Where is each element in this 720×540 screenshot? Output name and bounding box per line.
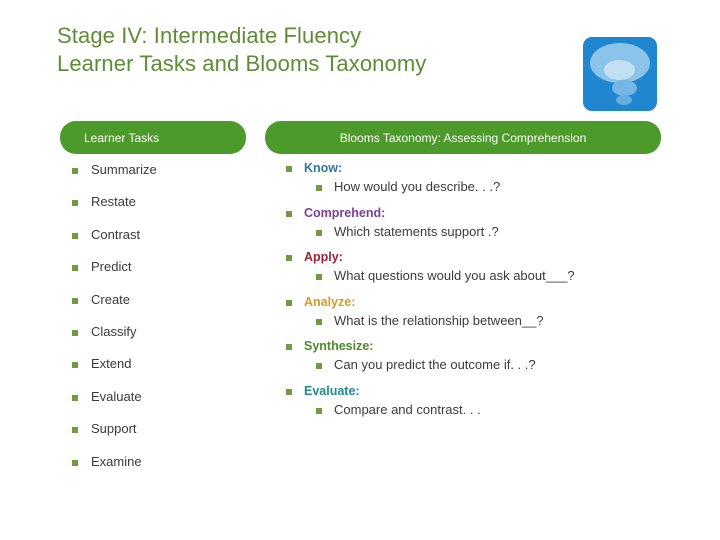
- blooms-level-heading-row: Apply:: [286, 250, 676, 265]
- blooms-level-heading-row: Comprehend:: [286, 206, 676, 221]
- square-bullet-icon: [316, 363, 322, 369]
- square-bullet-icon: [286, 388, 292, 395]
- square-bullet-icon: [72, 297, 78, 304]
- blooms-level-heading-row: Synthesize:: [286, 339, 676, 354]
- list-item: Contrast: [72, 227, 272, 259]
- square-bullet-icon: [286, 255, 292, 261]
- blooms-level-heading: Apply:: [304, 250, 343, 264]
- list-item: Synthesize: Can you predict the outcome …: [286, 339, 676, 373]
- blooms-prompt: How would you describe. . .?: [334, 179, 501, 194]
- learner-task-label: Examine: [91, 453, 142, 469]
- square-bullet-icon: [72, 427, 78, 434]
- blooms-prompt: Compare and contrast. . .: [334, 401, 481, 417]
- list-item: Restate: [72, 194, 272, 226]
- blooms-level-heading: Comprehend:: [304, 205, 386, 220]
- learner-task-label: Create: [91, 291, 131, 307]
- blooms-taxonomy-list: Know: How would you describe. . .? Compr…: [286, 161, 676, 428]
- square-bullet-icon: [316, 318, 322, 325]
- blooms-prompt-row: Can you predict the outcome if. . .?: [316, 357, 676, 373]
- blooms-prompt-row: Which statements support .?: [316, 224, 676, 240]
- blooms-level-heading-row: Analyze:: [286, 295, 676, 310]
- slide-canvas: Stage IV: Intermediate Fluency Learner T…: [0, 0, 720, 540]
- blooms-prompt: What is the relationship between__?: [334, 312, 544, 328]
- square-bullet-icon: [72, 394, 78, 401]
- learner-tasks-list: Summarize Restate Contrast Predict Creat…: [72, 162, 272, 486]
- blooms-level-heading: Synthesize:: [304, 339, 374, 353]
- page-title-line-2: Learner Tasks and Blooms Taxonomy: [57, 51, 427, 76]
- list-item: Create: [72, 292, 272, 324]
- learner-task-label: Summarize: [91, 162, 157, 177]
- square-bullet-icon: [72, 362, 78, 369]
- learner-task-label: Predict: [91, 259, 132, 275]
- square-bullet-icon: [286, 299, 292, 306]
- page-title: Stage IV: Intermediate Fluency Learner T…: [57, 22, 567, 78]
- square-bullet-icon: [72, 459, 78, 466]
- blooms-level-heading-row: Know:: [286, 161, 676, 176]
- square-bullet-icon: [286, 166, 292, 172]
- learner-task-label: Classify: [91, 323, 137, 339]
- blooms-level-heading: Evaluate:: [304, 383, 360, 398]
- square-bullet-icon: [286, 344, 292, 350]
- blooms-level-heading-row: Evaluate:: [286, 384, 676, 399]
- header-bar-blooms-taxonomy: Blooms Taxonomy: Assessing Comprehension: [265, 121, 661, 154]
- blooms-prompt: Which statements support .?: [334, 223, 499, 239]
- learner-task-label: Contrast: [91, 226, 141, 242]
- learner-task-label: Evaluate: [91, 388, 142, 404]
- list-item: Apply: What questions would you ask abou…: [286, 250, 676, 284]
- blooms-prompt-row: How would you describe. . .?: [316, 179, 676, 195]
- square-bullet-icon: [316, 274, 322, 280]
- list-item: Extend: [72, 356, 272, 388]
- square-bullet-icon: [316, 185, 322, 191]
- page-title-line-1: Stage IV: Intermediate Fluency: [57, 23, 362, 48]
- list-item: Summarize: [72, 162, 272, 194]
- list-item: Support: [72, 421, 272, 453]
- learner-task-label: Extend: [91, 356, 132, 372]
- blooms-prompt-row: What is the relationship between__?: [316, 313, 676, 329]
- square-bullet-icon: [72, 265, 78, 272]
- learner-task-label: Support: [91, 421, 137, 437]
- thought-bubble-small-ellipse: [616, 95, 632, 105]
- square-bullet-icon: [286, 210, 292, 217]
- list-item: Know: How would you describe. . .?: [286, 161, 676, 195]
- square-bullet-icon: [72, 329, 78, 336]
- list-item: Classify: [72, 324, 272, 356]
- thought-bubble-medium-ellipse: [612, 80, 637, 96]
- blooms-prompt: What questions would you ask about___?: [334, 268, 575, 283]
- list-item: Predict: [72, 259, 272, 291]
- blooms-prompt: Can you predict the outcome if. . .?: [334, 357, 536, 372]
- square-bullet-icon: [72, 232, 78, 239]
- thought-bubble-icon: [583, 37, 657, 111]
- blooms-level-heading: Know:: [304, 161, 343, 175]
- learner-task-label: Restate: [91, 194, 136, 210]
- list-item: Analyze: What is the relationship betwee…: [286, 295, 676, 329]
- blooms-prompt-row: Compare and contrast. . .: [316, 402, 676, 418]
- square-bullet-icon: [72, 200, 78, 207]
- list-item: Comprehend: Which statements support .?: [286, 206, 676, 240]
- list-item: Evaluate: [72, 389, 272, 421]
- square-bullet-icon: [316, 229, 322, 236]
- list-item: Evaluate: Compare and contrast. . .: [286, 384, 676, 418]
- square-bullet-icon: [72, 168, 78, 174]
- thought-bubble-inner-ellipse: [604, 60, 635, 80]
- square-bullet-icon: [316, 407, 322, 414]
- blooms-level-heading: Analyze:: [304, 294, 356, 309]
- list-item: Examine: [72, 454, 272, 486]
- header-bar-learner-tasks: Learner Tasks: [60, 121, 246, 154]
- blooms-prompt-row: What questions would you ask about___?: [316, 268, 676, 284]
